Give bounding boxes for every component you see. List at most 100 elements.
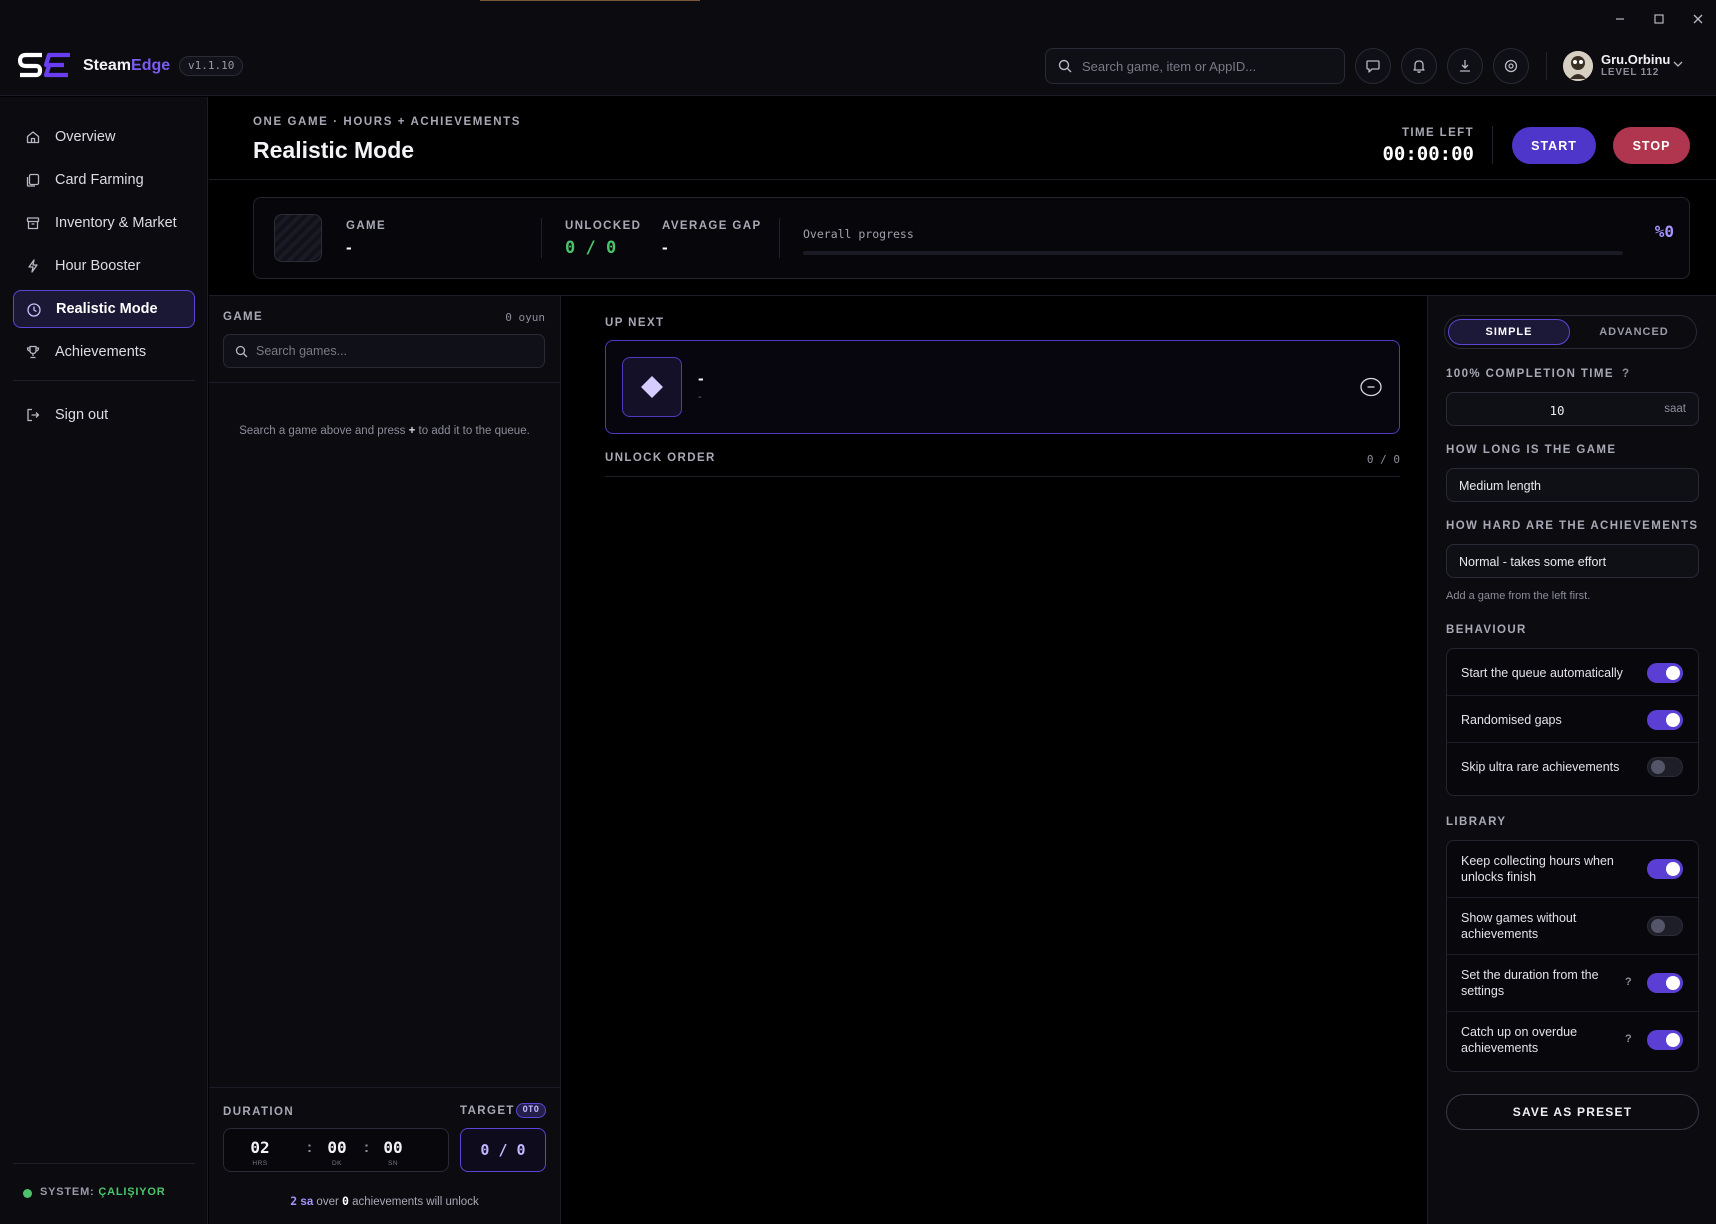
minutes-field[interactable]: 00: [317, 1138, 357, 1157]
overall-progress-value: %0: [1654, 222, 1674, 241]
toggle-label: Show games without achievements: [1461, 911, 1577, 941]
skip-ultra-rare-toggle[interactable]: [1647, 757, 1683, 777]
user-name[interactable]: Gru.Orbinu: [1601, 52, 1670, 67]
target-input[interactable]: 0 / 0: [460, 1128, 546, 1172]
chevron-down-icon[interactable]: [1673, 60, 1683, 68]
game-search[interactable]: [223, 334, 545, 368]
sign-out-button[interactable]: Sign out: [13, 396, 195, 434]
sidebar-item-overview[interactable]: Overview: [13, 118, 195, 156]
catch-up-toggle[interactable]: [1647, 1030, 1683, 1050]
stop-button[interactable]: STOP: [1613, 127, 1690, 164]
up-next-card[interactable]: - -: [605, 340, 1400, 434]
duration-label: DURATION: [223, 1106, 295, 1118]
cards-icon: [25, 172, 41, 188]
save-preset-button[interactable]: SAVE AS PRESET: [1446, 1094, 1699, 1130]
toggle-label: Catch up on overdue achievements: [1461, 1025, 1578, 1055]
minimize-icon[interactable]: [1608, 8, 1632, 30]
completion-time-value: 10: [1549, 403, 1565, 418]
titlebar-accent: [480, 0, 700, 1]
global-search-input[interactable]: [1082, 49, 1332, 83]
section-divider: [209, 1087, 560, 1088]
app-header: SteamEdge v1.1.10 Gru.Orbinu LEVEL 112: [0, 36, 1716, 96]
sidebar: Overview Card Farming Inventory & Market…: [0, 97, 215, 1224]
system-status: SYSTEM: ÇALIŞIYOR: [40, 1186, 166, 1198]
up-next-label: UP NEXT: [605, 317, 665, 329]
unlock-order-count: 0 / 0: [1366, 453, 1400, 466]
close-icon[interactable]: [1686, 8, 1710, 30]
completion-time-label: 100% COMPLETION TIME?: [1446, 368, 1631, 380]
downloads-button[interactable]: [1447, 48, 1483, 84]
completion-time-unit: saat: [1664, 403, 1686, 415]
sidebar-footer-divider: [13, 1163, 195, 1164]
sidebar-item-label: Inventory & Market: [55, 215, 177, 231]
sidebar-item-hour-booster[interactable]: Hour Booster: [13, 247, 195, 285]
bolt-icon: [25, 258, 41, 274]
minutes-unit: DK: [331, 1160, 343, 1167]
tab-advanced[interactable]: ADVANCED: [1573, 319, 1695, 345]
stat-unlocked-label: UNLOCKED: [565, 220, 642, 232]
user-level: LEVEL 112: [1601, 67, 1660, 78]
sidebar-item-realistic-mode[interactable]: Realistic Mode: [13, 290, 195, 328]
show-no-achievements-toggle[interactable]: [1647, 916, 1683, 936]
randomised-gaps-toggle[interactable]: [1647, 710, 1683, 730]
mode-switch: SIMPLE ADVANCED: [1444, 315, 1697, 349]
trophy-icon: [25, 344, 41, 360]
seconds-field[interactable]: 00: [373, 1138, 413, 1157]
diamond-icon: [622, 357, 682, 417]
hours-field[interactable]: 02: [240, 1138, 280, 1157]
keep-collecting-toggle[interactable]: [1647, 859, 1683, 879]
behaviour-panel: Start the queue automatically Randomised…: [1446, 648, 1699, 796]
clock-icon: [26, 302, 42, 318]
sidebar-divider: [13, 380, 195, 381]
app-logo[interactable]: [18, 52, 72, 80]
overall-progress-label: Overall progress: [803, 227, 914, 241]
games-label: GAME: [223, 311, 264, 323]
unlock-order-label: UNLOCK ORDER: [605, 452, 716, 464]
up-next-subtitle: -: [698, 391, 702, 403]
target-label: TARGET: [460, 1105, 515, 1117]
game-length-select[interactable]: Medium length: [1446, 468, 1699, 502]
section-divider: [605, 476, 1400, 477]
difficulty-value: Normal - takes some effort: [1459, 555, 1607, 569]
page-title: Realistic Mode: [253, 137, 415, 163]
settings-panel: SIMPLE ADVANCED 100% COMPLETION TIME? 10…: [1427, 296, 1716, 1224]
library-label: LIBRARY: [1446, 816, 1507, 828]
avatar[interactable]: [1563, 51, 1593, 81]
difficulty-select[interactable]: Normal - takes some effort: [1446, 544, 1699, 578]
maximize-icon[interactable]: [1647, 8, 1671, 30]
auto-start-toggle[interactable]: [1647, 663, 1683, 683]
tab-simple[interactable]: SIMPLE: [1448, 319, 1570, 345]
help-icon[interactable]: ?: [1622, 368, 1630, 380]
duration-from-settings-toggle[interactable]: [1647, 973, 1683, 993]
help-icon[interactable]: ?: [1625, 976, 1632, 988]
hours-unit: HRS: [252, 1160, 268, 1167]
stats-card: GAME - UNLOCKED 0 / 0 AVERAGE GAP - Over…: [253, 197, 1690, 279]
rarity-badge-icon: [1360, 377, 1382, 397]
sidebar-item-label: Card Farming: [55, 172, 144, 188]
sidebar-item-card-farming[interactable]: Card Farming: [13, 161, 195, 199]
game-search-input[interactable]: [256, 335, 536, 367]
toggle-label: Randomised gaps: [1461, 713, 1562, 727]
sidebar-item-inventory-market[interactable]: Inventory & Market: [13, 204, 195, 242]
time-left-value: 00:00:00: [1382, 143, 1474, 165]
settings-button[interactable]: [1493, 48, 1529, 84]
toggle-label: Start the queue automatically: [1461, 666, 1623, 680]
game-queue-panel: GAME 0 oyun Search a game above and pres…: [209, 296, 561, 1224]
completion-time-input[interactable]: 10 saat: [1446, 392, 1699, 426]
help-icon[interactable]: ?: [1625, 1033, 1632, 1045]
window-titlebar: [0, 0, 1716, 36]
sidebar-item-achievements[interactable]: Achievements: [13, 333, 195, 371]
auto-badge[interactable]: OTO: [516, 1103, 546, 1118]
notifications-button[interactable]: [1401, 48, 1437, 84]
seconds-unit: SN: [387, 1160, 399, 1167]
stat-average-gap-value: -: [662, 238, 668, 257]
home-icon: [25, 129, 41, 145]
stat-game-value: -: [346, 238, 352, 257]
duration-input[interactable]: 02 HRS : 00 DK : 00 SN: [223, 1128, 449, 1172]
global-search[interactable]: [1045, 48, 1345, 84]
start-button[interactable]: START: [1512, 127, 1596, 164]
settings-hint: Add a game from the left first.: [1446, 590, 1591, 602]
sign-out-label: Sign out: [55, 407, 109, 423]
toggle-row-skip-ultra-rare: Skip ultra rare achievements: [1447, 743, 1698, 795]
chat-button[interactable]: [1355, 48, 1391, 84]
